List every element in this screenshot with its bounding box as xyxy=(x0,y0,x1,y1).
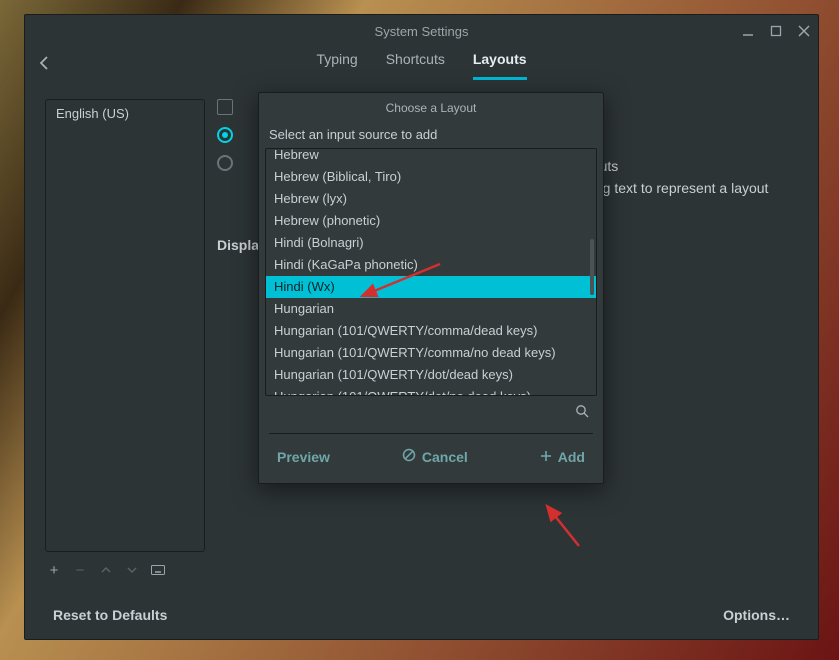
bg-line: ayouts xyxy=(577,155,798,177)
list-item[interactable]: Hebrew (phonetic) xyxy=(266,210,596,232)
tabbar-row: Typing Shortcuts Layouts xyxy=(25,47,818,83)
radio-option-2[interactable] xyxy=(217,155,233,171)
dialog-actions: Preview Cancel Add xyxy=(259,434,603,483)
footer: Reset to Defaults Options… xyxy=(25,591,818,639)
tabs: Typing Shortcuts Layouts xyxy=(25,51,818,80)
move-up-button[interactable] xyxy=(99,562,113,579)
list-item[interactable]: Hungarian (101/QWERTY/dot/no dead keys) xyxy=(266,386,596,396)
add-button[interactable]: Add xyxy=(540,449,585,465)
list-item[interactable]: English (US) xyxy=(56,106,194,121)
left-column: English (US) + − xyxy=(45,99,205,579)
checkbox[interactable] xyxy=(217,99,233,115)
window-title: System Settings xyxy=(375,24,469,39)
window-controls xyxy=(742,15,810,47)
cancel-label: Cancel xyxy=(422,449,468,465)
dialog-title: Choose a Layout xyxy=(259,93,603,123)
layout-buttons: + − xyxy=(45,552,205,579)
preview-button[interactable]: Preview xyxy=(277,449,330,465)
add-layout-button[interactable]: + xyxy=(47,562,61,579)
list-item[interactable]: Hebrew (Biblical, Tiro) xyxy=(266,166,596,188)
bg-line: using text to represent a layout xyxy=(577,177,798,199)
maximize-button[interactable] xyxy=(770,25,782,37)
add-label: Add xyxy=(558,449,585,465)
list-item[interactable]: Hungarian (101/QWERTY/dot/dead keys) xyxy=(266,364,596,386)
background-text: ayouts using text to represent a layout … xyxy=(577,155,798,221)
installed-layouts-list[interactable]: English (US) xyxy=(45,99,205,552)
search-icon[interactable] xyxy=(575,404,589,423)
plus-icon xyxy=(540,449,552,465)
choose-layout-dialog: Choose a Layout Select an input source t… xyxy=(258,92,604,484)
preview-label: Preview xyxy=(277,449,330,465)
minimize-button[interactable] xyxy=(742,25,754,37)
reset-defaults-button[interactable]: Reset to Defaults xyxy=(53,607,167,623)
titlebar: System Settings xyxy=(25,15,818,47)
remove-layout-button[interactable]: − xyxy=(73,562,87,579)
tab-shortcuts[interactable]: Shortcuts xyxy=(386,51,445,80)
layout-option-list[interactable]: Hebrew Hebrew (Biblical, Tiro) Hebrew (l… xyxy=(265,148,597,396)
list-item[interactable]: Hungarian (101/QWERTY/comma/dead keys) xyxy=(266,320,596,342)
list-item[interactable]: Hungarian xyxy=(266,298,596,320)
dialog-search-row xyxy=(259,396,603,427)
list-item[interactable]: Hindi (KaGaPa phonetic) xyxy=(266,254,596,276)
list-item-selected[interactable]: Hindi (Wx) xyxy=(266,276,596,298)
scrollbar-thumb[interactable] xyxy=(590,239,594,295)
list-item[interactable]: Hebrew (lyx) xyxy=(266,188,596,210)
tab-layouts[interactable]: Layouts xyxy=(473,51,527,80)
cancel-button[interactable]: Cancel xyxy=(402,448,468,465)
tab-typing[interactable]: Typing xyxy=(316,51,357,80)
cancel-icon xyxy=(402,448,416,465)
dialog-subtitle: Select an input source to add xyxy=(259,123,603,148)
move-down-button[interactable] xyxy=(125,562,139,579)
radio-option-1[interactable] xyxy=(217,127,233,143)
options-button[interactable]: Options… xyxy=(723,607,790,623)
keyboard-icon[interactable] xyxy=(151,562,165,579)
bg-line: t xyxy=(577,199,798,221)
list-item[interactable]: Hungarian (101/QWERTY/comma/no dead keys… xyxy=(266,342,596,364)
list-item[interactable]: Hebrew xyxy=(266,148,596,166)
list-item[interactable]: Hindi (Bolnagri) xyxy=(266,232,596,254)
close-button[interactable] xyxy=(798,25,810,37)
